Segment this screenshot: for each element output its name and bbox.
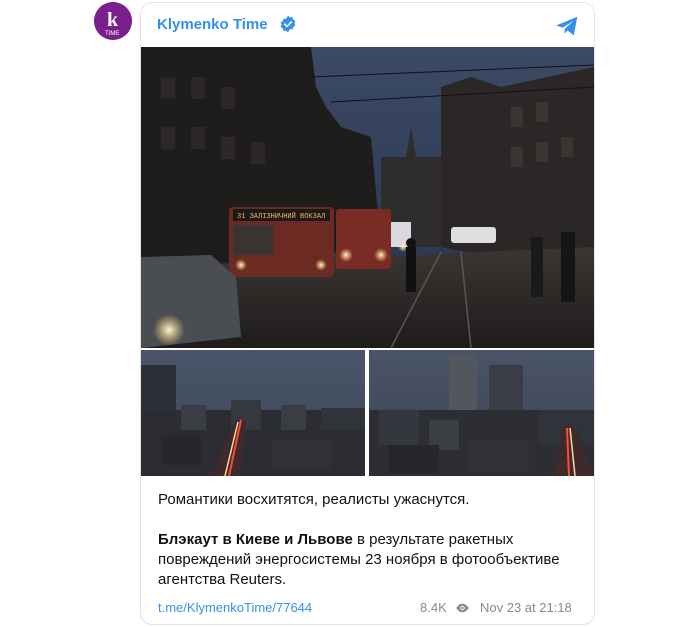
- post-header: Klymenko Time: [141, 3, 594, 47]
- svg-text:k: k: [107, 9, 119, 31]
- post-date: Nov 23 at 21:18: [480, 600, 572, 615]
- photo-night-street[interactable]: 31 ЗАЛІЗНИЧНИЙ ВОКЗАЛ: [141, 47, 594, 348]
- telegram-post-card: Klymenko Time 31 ЗАЛІЗНИЧНИЙ ВОКЗАЛ Рома…: [140, 2, 595, 625]
- post-text-bold: Блэкаут в Киеве и Львове: [158, 531, 353, 548]
- klymenko-time-logo: k TIME: [94, 2, 132, 40]
- photo-kyiv-night-panorama-2[interactable]: [369, 350, 594, 476]
- svg-text:TIME: TIME: [105, 31, 119, 37]
- photo-kyiv-night-panorama-1[interactable]: [141, 350, 365, 476]
- channel-name[interactable]: Klymenko Time: [157, 16, 268, 33]
- channel-avatar[interactable]: k TIME: [94, 2, 132, 40]
- verified-badge-icon: [280, 15, 296, 33]
- post-text: Романтики восхитятся, реалисты ужаснутся…: [158, 490, 578, 610]
- telegram-icon[interactable]: [554, 13, 580, 39]
- bus-route-sign: 31 ЗАЛІЗНИЧНИЙ ВОКЗАЛ: [237, 211, 325, 221]
- view-count: 8.4K: [420, 600, 447, 615]
- eye-icon: [456, 603, 469, 613]
- post-footer: t.me/KlymenkoTime/77644 8.4K Nov 23 at 2…: [158, 600, 578, 618]
- post-link[interactable]: t.me/KlymenkoTime/77644: [158, 600, 312, 615]
- post-text-paragraph-2: Блэкаут в Киеве и Львове в результате ра…: [158, 530, 578, 590]
- post-text-line-1: Романтики восхитятся, реалисты ужаснутся…: [158, 491, 470, 508]
